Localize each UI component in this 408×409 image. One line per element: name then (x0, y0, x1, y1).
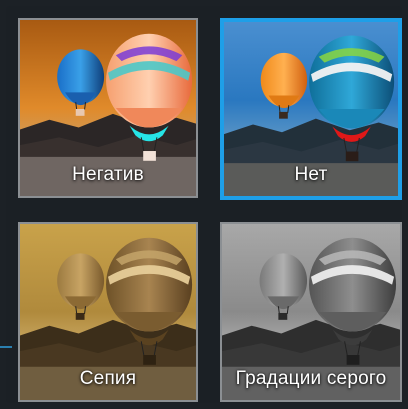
filter-label: Градации серого (235, 368, 387, 389)
filter-tile-sepia[interactable]: Сепия (18, 222, 198, 402)
filter-label: Сепия (79, 368, 137, 389)
filter-tile-grayscale[interactable]: Градации серого (220, 222, 402, 402)
pointer-line (0, 346, 12, 348)
filter-label: Негатив (72, 164, 144, 185)
filter-tile-negative[interactable]: Негатив (18, 18, 198, 198)
filter-tile-none[interactable]: Нет (220, 18, 402, 200)
filter-label: Нет (294, 164, 328, 185)
